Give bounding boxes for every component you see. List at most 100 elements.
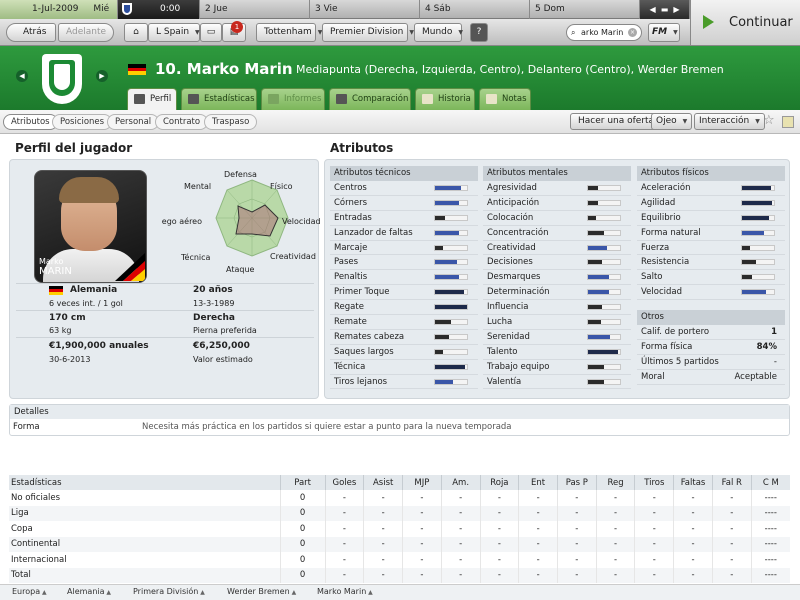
- attribute-row[interactable]: Desmarques: [483, 270, 631, 286]
- attribute-row[interactable]: Valentía: [483, 375, 631, 390]
- attribute-row[interactable]: Colocación: [483, 211, 631, 226]
- calendar-next-icon[interactable]: ▶: [673, 5, 679, 14]
- table-row[interactable]: Liga 0- - - - - - - - - - - ----: [9, 505, 790, 521]
- attribute-row[interactable]: Determinación: [483, 285, 631, 301]
- table-row[interactable]: Total 0- - - - - - - - - - - ----: [9, 567, 790, 583]
- interaction-dropdown[interactable]: Interacción: [694, 113, 765, 130]
- country-dropdown[interactable]: L Spain: [148, 23, 200, 42]
- tab-historia[interactable]: Historia: [415, 88, 475, 110]
- attribute-row[interactable]: Agilidad: [637, 196, 785, 211]
- player-photo[interactable]: Marko MARIN: [34, 170, 147, 283]
- attribute-row[interactable]: Resistencia: [637, 255, 785, 271]
- attribute-row[interactable]: Creatividad: [483, 241, 631, 256]
- home-button[interactable]: ⌂: [124, 23, 148, 42]
- attribute-row[interactable]: Lucha: [483, 315, 631, 330]
- calendar-day-3[interactable]: 3 Vie: [310, 0, 420, 19]
- attribute-row[interactable]: Pases: [330, 255, 478, 271]
- tab-notas[interactable]: Notas: [479, 88, 531, 110]
- world-dropdown[interactable]: Mundo: [414, 23, 462, 42]
- attribute-row[interactable]: Serenidad: [483, 330, 631, 345]
- continue-button[interactable]: Continuar: [690, 0, 800, 46]
- scout-dropdown[interactable]: Ojeo: [651, 113, 693, 130]
- attribute-row[interactable]: Equilibrio: [637, 211, 785, 226]
- next-player-icon[interactable]: ▶: [96, 70, 108, 82]
- match-slot[interactable]: 0:00: [118, 0, 200, 19]
- attribute-row[interactable]: Regate: [330, 300, 478, 316]
- attribute-row[interactable]: Decisiones: [483, 255, 631, 271]
- nationality[interactable]: Alemania: [70, 285, 117, 295]
- add-note-icon[interactable]: [782, 116, 794, 128]
- stats-column-header[interactable]: Roja: [479, 475, 519, 490]
- attribute-row[interactable]: Fuerza: [637, 241, 785, 256]
- calendar-day-2[interactable]: 2 Jue: [200, 0, 310, 19]
- breadcrumb-item[interactable]: Alemania: [67, 587, 111, 596]
- attribute-row[interactable]: Aceleración: [637, 181, 785, 196]
- attribute-row[interactable]: Técnica: [330, 360, 478, 375]
- stats-column-header[interactable]: MJP: [402, 475, 442, 490]
- shortlist-star-icon[interactable]: ☆: [763, 113, 775, 128]
- breadcrumb-item[interactable]: Europa: [12, 587, 47, 596]
- attribute-row[interactable]: Entradas: [330, 211, 478, 226]
- calendar-day-5[interactable]: 5 Dom: [530, 0, 640, 19]
- club-dropdown[interactable]: Tottenham: [256, 23, 316, 42]
- inbox-button[interactable]: ▭: [200, 23, 222, 42]
- tab-estadisticas[interactable]: Estadísticas: [181, 88, 257, 110]
- stats-column-header[interactable]: Part: [279, 475, 326, 490]
- attribute-row[interactable]: Influencia: [483, 300, 631, 316]
- subtab-posiciones[interactable]: Posiciones: [52, 114, 113, 130]
- calendar-options-icon[interactable]: ▬: [661, 5, 669, 14]
- subtab-personal[interactable]: Personal: [107, 114, 160, 130]
- breadcrumb-item[interactable]: Primera División: [133, 587, 205, 596]
- attribute-row[interactable]: Córners: [330, 196, 478, 211]
- attribute-row[interactable]: Lanzador de faltas: [330, 226, 478, 241]
- clear-search-icon[interactable]: ×: [628, 28, 637, 37]
- attribute-row[interactable]: Marcaje: [330, 241, 478, 256]
- fm-menu-button[interactable]: FM: [648, 23, 680, 42]
- tab-informes[interactable]: Informes: [261, 88, 325, 110]
- search-field[interactable]: ⌕ arko Marin ×: [566, 24, 642, 41]
- current-date[interactable]: 1-Jul-2009 Mié: [0, 0, 118, 19]
- subtab-contrato[interactable]: Contrato: [155, 114, 209, 130]
- attribute-row[interactable]: Trabajo equipo: [483, 360, 631, 375]
- attribute-row[interactable]: Primer Toque: [330, 285, 478, 301]
- attribute-row[interactable]: Talento: [483, 345, 631, 360]
- attribute-row[interactable]: Anticipación: [483, 196, 631, 211]
- stats-column-header[interactable]: Fal R: [711, 475, 752, 490]
- attribute-row[interactable]: Forma natural: [637, 226, 785, 241]
- table-row[interactable]: No oficiales 0- - - - - - - - - - - ----: [9, 490, 790, 506]
- breadcrumb-item[interactable]: Werder Bremen: [227, 587, 296, 596]
- forward-button[interactable]: Adelante: [58, 23, 114, 42]
- notification-badge[interactable]: 1: [231, 21, 243, 33]
- stats-column-header[interactable]: Ent: [518, 475, 558, 490]
- stats-column-header[interactable]: Asist: [363, 475, 403, 490]
- attribute-row[interactable]: Remates cabeza: [330, 330, 478, 345]
- table-row[interactable]: Internacional 0- - - - - - - - - - - ----: [9, 552, 790, 568]
- help-button[interactable]: ?: [470, 23, 488, 42]
- make-offer-button[interactable]: Hacer una oferta: [570, 113, 663, 130]
- attribute-row[interactable]: Penaltis: [330, 270, 478, 286]
- table-row[interactable]: Continental 0- - - - - - - - - - - ----: [9, 536, 790, 552]
- attribute-row[interactable]: Salto: [637, 270, 785, 286]
- breadcrumb-item[interactable]: Marko Marin: [317, 587, 373, 596]
- attribute-row[interactable]: Saques largos: [330, 345, 478, 360]
- previous-player-icon[interactable]: ◀: [16, 70, 28, 82]
- table-row[interactable]: Copa 0- - - - - - - - - - - ----: [9, 521, 790, 537]
- club-crest-icon[interactable]: [42, 54, 82, 104]
- attribute-row[interactable]: Velocidad: [637, 285, 785, 301]
- attribute-row[interactable]: Agresividad: [483, 181, 631, 196]
- subtab-traspaso[interactable]: Traspaso: [204, 114, 258, 130]
- tab-perfil[interactable]: Perfil: [127, 88, 177, 110]
- calendar-prev-icon[interactable]: ◀: [649, 5, 655, 14]
- stats-column-header[interactable]: Reg: [595, 475, 635, 490]
- stats-column-header[interactable]: Faltas: [673, 475, 713, 490]
- stats-column-header[interactable]: Pas P: [556, 475, 597, 490]
- stats-column-header[interactable]: Am.: [440, 475, 480, 490]
- calendar-day-4[interactable]: 4 Sáb: [420, 0, 530, 19]
- attribute-row[interactable]: Remate: [330, 315, 478, 330]
- league-dropdown[interactable]: Premier Division: [322, 23, 408, 42]
- stats-column-header[interactable]: Tiros: [634, 475, 674, 490]
- subtab-atributos[interactable]: Atributos: [3, 114, 58, 130]
- tab-comparacion[interactable]: Comparación: [329, 88, 411, 110]
- back-button[interactable]: Atrás: [6, 23, 56, 42]
- calendar-scroll[interactable]: ◀ ▬ ▶: [640, 0, 690, 19]
